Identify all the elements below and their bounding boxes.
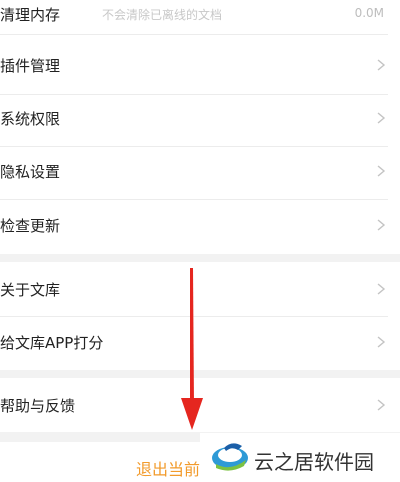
settings-item-label: 给文库APP打分	[0, 333, 104, 352]
chevron-right-icon	[377, 283, 386, 295]
settings-item-label: 帮助与反馈	[0, 396, 76, 415]
settings-item-privacy[interactable]: 隐私设置	[0, 142, 400, 200]
chevron-right-icon	[377, 112, 386, 124]
settings-item-label: 系统权限	[0, 109, 61, 128]
clear-memory-subtitle: 不会清除已离线的文档	[102, 8, 223, 22]
settings-item-system-permissions[interactable]: 系统权限	[0, 89, 400, 147]
memory-size-value: 0.0M	[354, 6, 384, 20]
settings-item-label: 隐私设置	[0, 162, 61, 181]
settings-item-plugin-management[interactable]: 插件管理	[0, 36, 400, 94]
arrow-down-icon	[181, 268, 203, 430]
clear-memory-label: 清理内存	[0, 6, 61, 24]
chevron-right-icon	[377, 59, 386, 71]
settings-item-label: 关于文库	[0, 280, 61, 299]
chevron-right-icon	[377, 219, 386, 231]
divider	[0, 34, 388, 35]
cloud-logo-icon	[212, 443, 248, 471]
chevron-right-icon	[377, 165, 386, 177]
watermark-text: 云之居软件园	[254, 450, 374, 474]
settings-item-label: 检查更新	[0, 216, 61, 235]
chevron-right-icon	[377, 399, 386, 411]
chevron-right-icon	[377, 336, 386, 348]
settings-item-check-update[interactable]: 检查更新	[0, 196, 400, 254]
logout-label: 退出当前	[136, 460, 201, 479]
settings-item-label: 插件管理	[0, 56, 61, 75]
